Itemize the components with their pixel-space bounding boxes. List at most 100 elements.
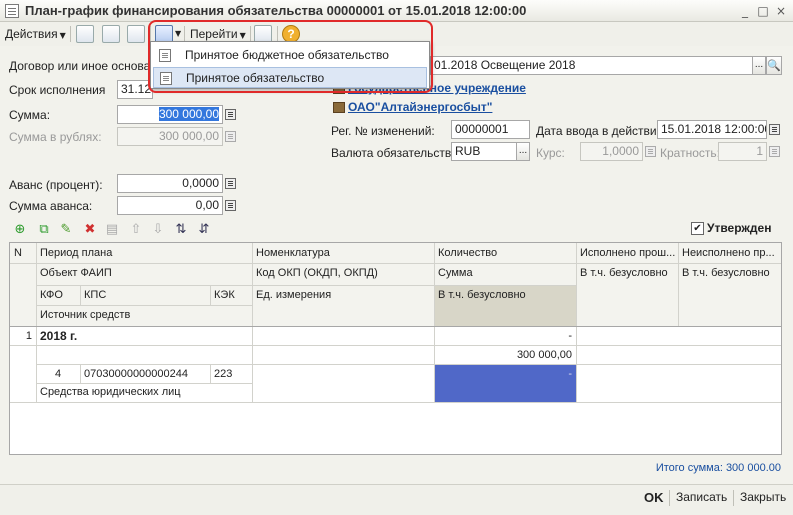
reg-field[interactable]: 00000001 (451, 120, 530, 139)
row-source: Средства юридических лиц (40, 386, 181, 398)
post-document-icon[interactable] (76, 25, 94, 43)
sort-asc-icon[interactable]: ⇅ (173, 222, 189, 238)
edit-row-icon[interactable]: ✎ (58, 222, 74, 238)
header-kek[interactable]: КЭК (210, 285, 252, 305)
header-okp[interactable]: Код ОКП (ОКДП, ОКПД) (252, 263, 434, 283)
organization-icon (333, 102, 345, 113)
calendar-icon[interactable] (769, 124, 780, 135)
header-qty[interactable]: Количество (434, 243, 576, 263)
entry-date-field[interactable]: 15.01.2018 12:00:00 (657, 120, 767, 139)
toolbar-separator (277, 26, 278, 42)
header-executed-incl[interactable]: В т.ч. безусловно (576, 263, 678, 283)
refresh-icon[interactable] (102, 25, 120, 43)
contract-label: Договор или иное основани (9, 59, 164, 73)
advance-sum-label: Сумма аванса: (9, 199, 93, 213)
maximize-icon[interactable]: □ (755, 3, 771, 19)
row-kfo: 4 (54, 368, 62, 380)
document-icon (5, 4, 19, 18)
create-based-on-menu: Принятое бюджетное обязательство Принято… (150, 41, 430, 89)
multiplicity-field: 1 (718, 142, 767, 161)
header-kps[interactable]: КПС (80, 285, 210, 305)
toolbar-separator (184, 26, 185, 42)
copy-row-icon[interactable]: ⧉ (36, 222, 52, 238)
sum-field[interactable]: 300 000,00 (117, 105, 223, 124)
sort-desc-icon[interactable]: ⇵ (196, 222, 212, 238)
sum-label: Сумма: (9, 108, 51, 122)
chevron-down-icon[interactable]: ▼ (175, 29, 181, 38)
deadline-field[interactable]: 31.12. (117, 80, 153, 99)
title-bar: План-график финансирования обязательства… (0, 0, 793, 22)
plan-table[interactable]: N Период плана Объект ФАИП КФО КПС КЭК И… (9, 242, 782, 455)
document-icon (160, 72, 172, 85)
rate-label: Курс: (536, 146, 565, 160)
ok-button[interactable]: OK (644, 490, 664, 505)
calculator-icon (769, 146, 780, 157)
row-qty: - (568, 330, 572, 342)
row-incl-selected[interactable]: - (434, 364, 576, 402)
row-kps: 07030000000000244 (84, 368, 189, 380)
currency-select-button[interactable]: ... (516, 142, 530, 161)
row-n: 1 (25, 330, 32, 342)
sum-rub-label: Сумма в рублях: (9, 130, 102, 144)
calculator-icon (225, 131, 236, 142)
menu-item-obligation[interactable]: Принятое обязательство (153, 67, 427, 88)
move-up-icon: ⇧ (130, 222, 142, 237)
header-unexecuted-incl[interactable]: В т.ч. безусловно (678, 263, 781, 283)
contractor-link[interactable]: ОАО"Алтайэнергосбыт" (348, 100, 492, 114)
advance-pct-field[interactable]: 0,0000 (117, 174, 223, 193)
advance-pct-label: Аванс (процент): (9, 178, 103, 192)
move-down-icon: ⇩ (152, 222, 164, 237)
bottom-bar (0, 484, 793, 515)
actions-menu[interactable]: Действия ▼ (2, 24, 69, 44)
close-button[interactable]: Закрыть (740, 490, 786, 504)
row-kek: 223 (214, 368, 233, 380)
header-period[interactable]: Период плана (36, 243, 252, 263)
toolbar-separator (70, 26, 71, 42)
contract-field[interactable]: 01.2018 Освещение 2018 (430, 56, 753, 75)
button-separator (733, 490, 734, 506)
search-icon[interactable]: 🔍 (766, 56, 782, 75)
window-title: План-график финансирования обязательства… (25, 3, 527, 18)
row-period: 2018 г. (40, 329, 78, 343)
total-sum: Итого сумма: 300 000.00 (655, 462, 781, 474)
header-unit[interactable]: Ед. измерения (252, 285, 434, 305)
button-separator (669, 490, 670, 506)
calculator-icon (645, 146, 656, 157)
contract-select-button[interactable]: ... (752, 56, 766, 75)
calculator-icon[interactable] (225, 178, 236, 189)
header-n[interactable]: N (10, 243, 36, 263)
header-unexecuted[interactable]: Неисполнено пр... (678, 243, 781, 263)
document-icon (159, 49, 171, 62)
add-row-icon[interactable]: ⊕ (12, 222, 28, 238)
header-sum[interactable]: Сумма (434, 263, 576, 283)
calculator-icon[interactable] (225, 109, 236, 120)
minimize-icon[interactable]: _ (737, 3, 753, 19)
deadline-label: Срок исполнения (9, 83, 106, 97)
calculator-icon[interactable] (225, 200, 236, 211)
approved-checkbox[interactable]: ✔ (691, 222, 704, 235)
header-executed[interactable]: Исполнено прош... (576, 243, 678, 263)
rate-field: 1,0000 (580, 142, 643, 161)
reg-label: Рег. № изменений: (331, 124, 435, 138)
end-edit-icon: ▤ (105, 222, 119, 237)
toolbar-separator (250, 26, 251, 42)
currency-field[interactable]: RUB (451, 142, 517, 161)
entry-date-label: Дата ввода в действие: (536, 124, 667, 138)
save-button[interactable]: Записать (676, 490, 727, 504)
header-source[interactable]: Источник средств (36, 305, 252, 325)
multiplicity-label: Кратность: (660, 146, 720, 160)
advance-sum-field[interactable]: 0,00 (117, 196, 223, 215)
close-icon[interactable]: × (773, 3, 789, 19)
header-object[interactable]: Объект ФАИП (36, 263, 252, 283)
row-sum: 300 000,00 (516, 349, 572, 361)
currency-label: Валюта обязательства: (331, 146, 462, 160)
sum-value: 300 000,00 (158, 107, 219, 121)
header-incl-uncond[interactable]: В т.ч. безусловно (434, 285, 576, 326)
sum-rub-field: 300 000,00 (117, 127, 223, 146)
approved-label: Утвержден (707, 221, 772, 235)
header-kfo[interactable]: КФО (36, 285, 80, 305)
header-nomenclature[interactable]: Номенклатура (252, 243, 434, 263)
menu-item-budget-obligation[interactable]: Принятое бюджетное обязательство (153, 45, 427, 66)
copy-document-icon[interactable] (127, 25, 145, 43)
delete-row-icon[interactable]: ✖ (82, 222, 98, 238)
